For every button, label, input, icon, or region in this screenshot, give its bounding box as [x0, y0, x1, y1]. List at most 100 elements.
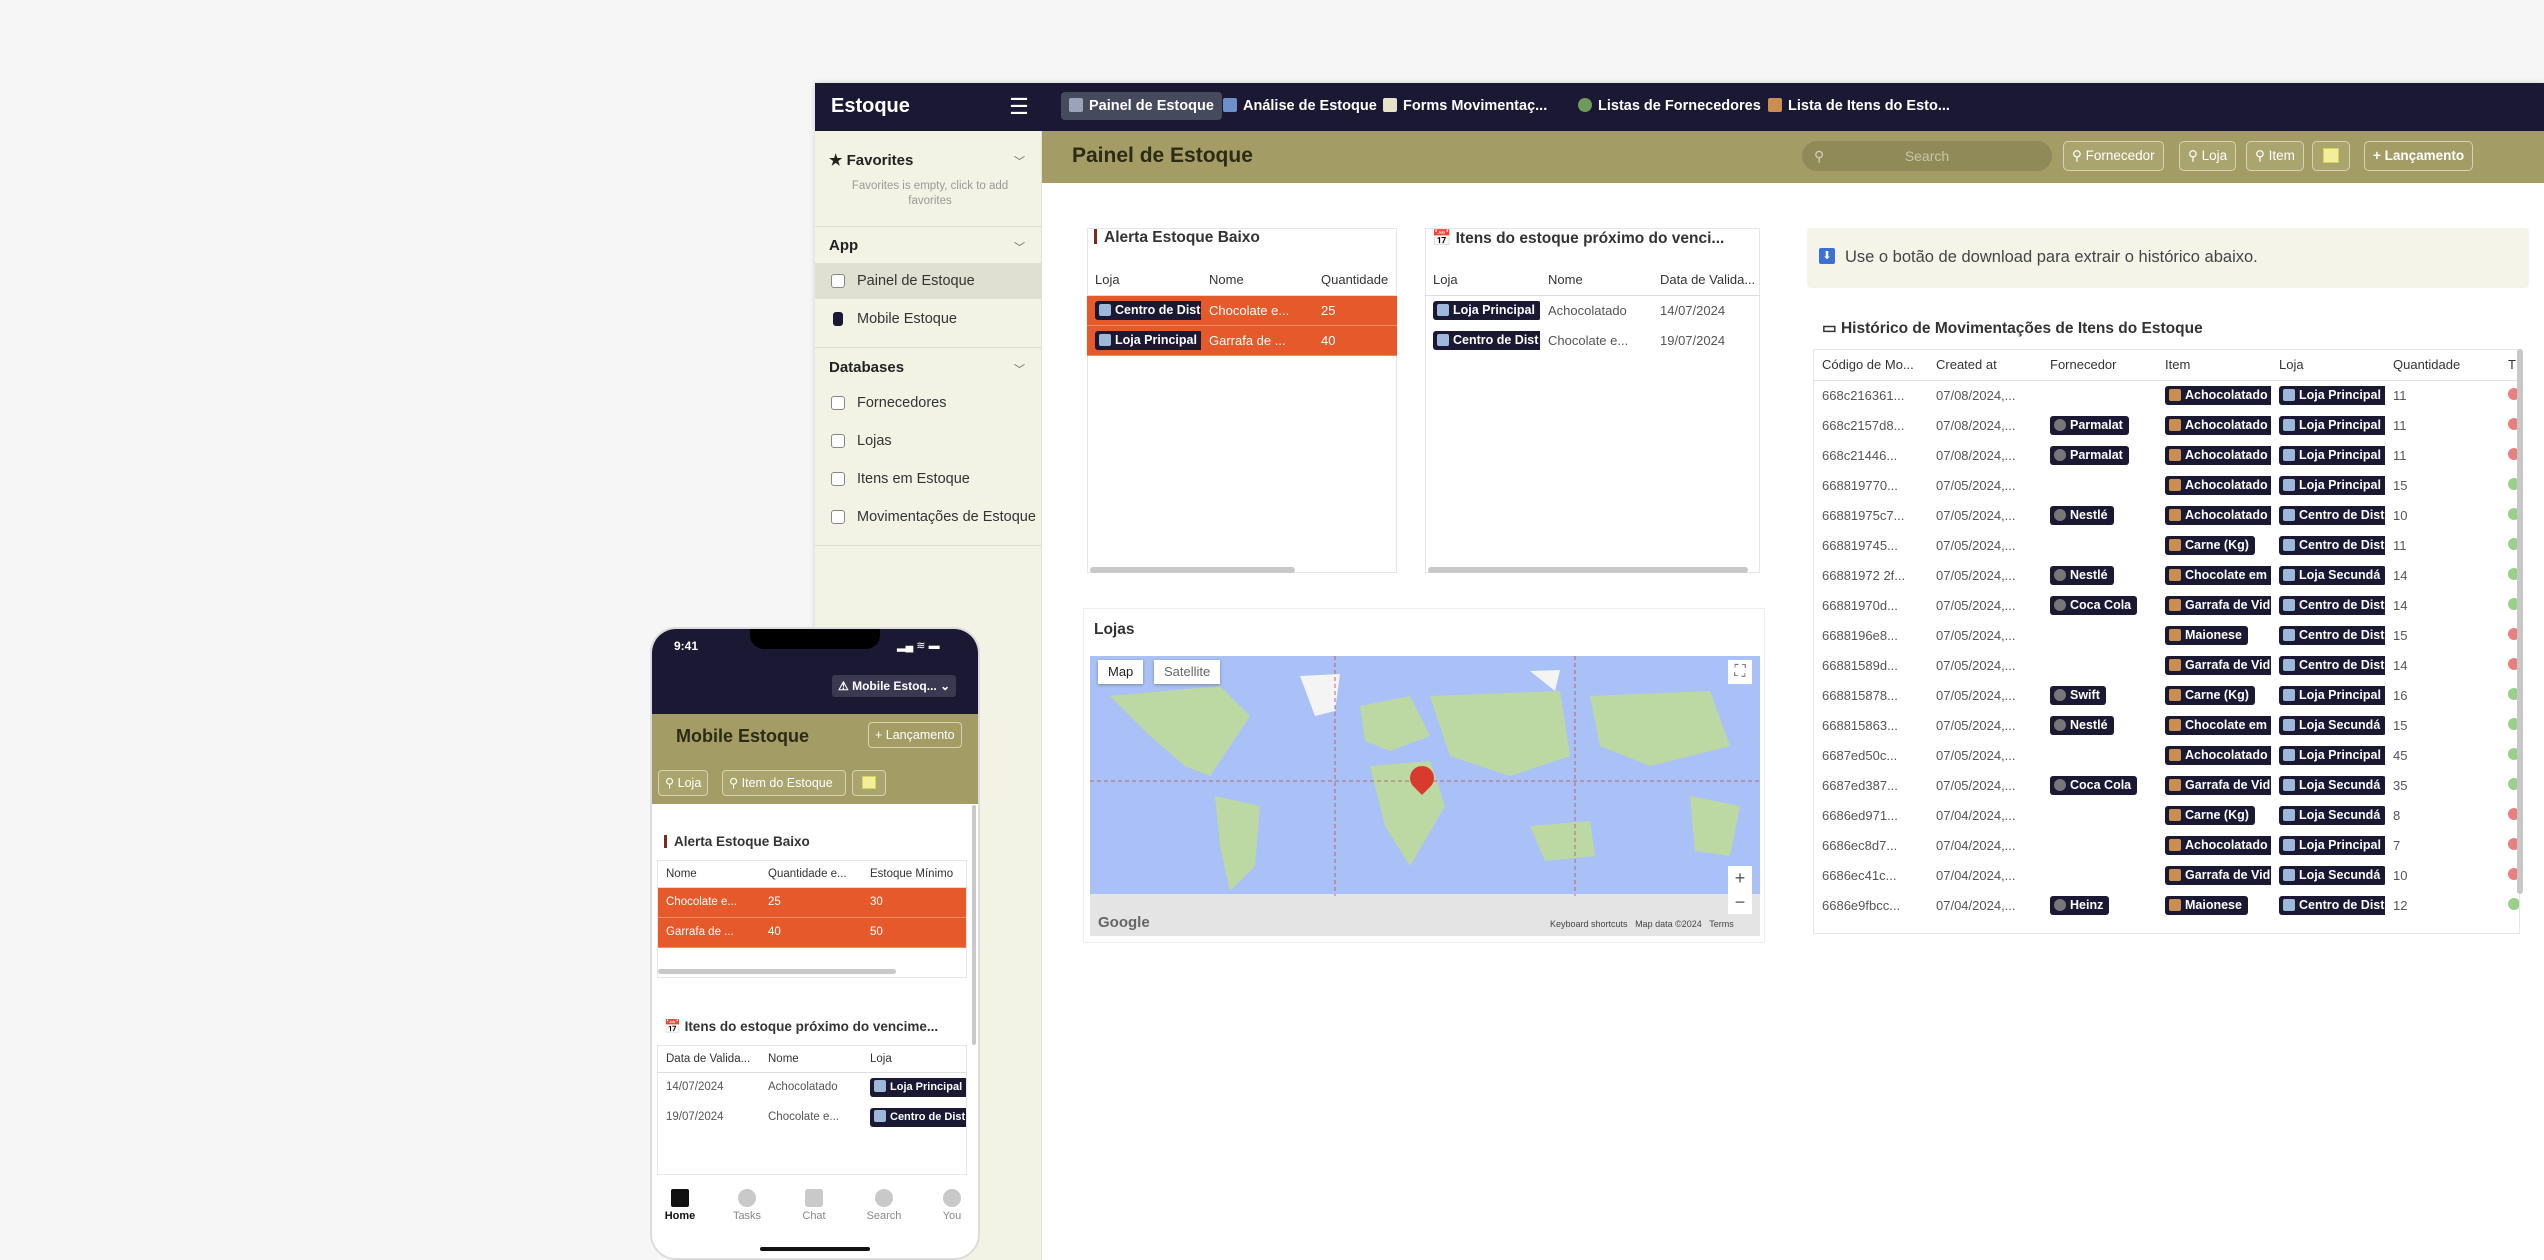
column-header[interactable]: Quantidade e...	[760, 861, 862, 888]
item-filter-button[interactable]: ⚲ Item	[2246, 141, 2304, 171]
phone-low-stock-title: Alerta Estoque Baixo	[664, 834, 810, 849]
table-icon	[831, 472, 845, 486]
nav-search[interactable]: Search	[859, 1189, 909, 1222]
table-row[interactable]: 668819745... 07/05/2024,... Carne (Kg) Cent…	[1814, 530, 2519, 560]
tab-painel-de-estoque[interactable]: Painel de Estoque	[1061, 92, 1222, 120]
chevron-down-icon[interactable]: ﹀	[1014, 153, 1025, 169]
column-header[interactable]: Data de Valida...	[1652, 265, 1760, 296]
column-header[interactable]: Loja	[862, 1046, 966, 1073]
supplier-tag: Heinz	[2050, 895, 2110, 915]
column-header[interactable]: Created at	[1928, 350, 2042, 381]
favorites-empty-text[interactable]: Favorites is empty, click to add favorit…	[835, 179, 1025, 209]
phone-date-filter[interactable]	[852, 770, 886, 796]
nav-you[interactable]: You	[927, 1189, 977, 1222]
favorites-section[interactable]: ★ Favorites	[829, 151, 913, 169]
table-row[interactable]: 668c216361... 07/08/2024,... Achocolatado L…	[1814, 380, 2519, 410]
search-input[interactable]: ⚲ Search	[1802, 141, 2052, 171]
column-header[interactable]: Nome	[1201, 265, 1313, 296]
table-row[interactable]: 6687ed50c... 07/05/2024,... Achocolatado Lo…	[1814, 740, 2519, 770]
vertical-scrollbar[interactable]	[972, 805, 976, 1045]
nav-home[interactable]: Home	[655, 1189, 705, 1222]
phone-loja-filter[interactable]: ⚲ Loja	[658, 770, 709, 796]
item-tag: Carne (Kg)	[2165, 805, 2255, 825]
table-row[interactable]: 668819770... 07/05/2024,... Achocolatado Lo…	[1814, 470, 2519, 500]
horizontal-scrollbar[interactable]	[1428, 567, 1748, 573]
column-header[interactable]: Item	[2157, 350, 2271, 381]
column-header[interactable]: Estoque Mínimo	[862, 861, 966, 888]
satellite-tab[interactable]: Satellite	[1154, 660, 1221, 684]
table-row[interactable]: 668c21446... 07/08/2024,... Parmalat Achoco…	[1814, 440, 2519, 470]
world-map	[1090, 656, 1760, 936]
table-row[interactable]: 66881975c7... 07/05/2024,... Nestlé Achocol…	[1814, 500, 2519, 530]
table-row[interactable]: Loja Principal Achocolatado 14/07/2024	[1425, 295, 1760, 325]
fullscreen-icon[interactable]: ⛶	[1728, 660, 1752, 684]
databases-section[interactable]: Databases	[829, 359, 904, 376]
app-switcher[interactable]: ⚠ Mobile Estoq... ⌄	[832, 675, 957, 697]
table-row[interactable]: 6686ed971... 07/04/2024,... Carne (Kg) Loja…	[1814, 800, 2519, 830]
table-row[interactable]: 66881589d... 07/05/2024,... Garrafa de Vid…	[1814, 650, 2519, 680]
table-row[interactable]: 668815878... 07/05/2024,... Swift Carne (Kg…	[1814, 680, 2519, 710]
table-row[interactable]: 14/07/2024 Achocolatado Loja Principal	[658, 1072, 966, 1102]
app-section[interactable]: App	[829, 237, 858, 254]
table-row[interactable]: Garrafa de ... 40 50	[658, 917, 966, 948]
store-tag: Loja Principal	[2279, 745, 2385, 765]
sidebar-item-movimentacoes[interactable]: Movimentações de Estoque	[815, 499, 1042, 535]
table-row[interactable]: 66881972 2f... 07/05/2024,... Nestlé Chocol…	[1814, 560, 2519, 590]
table-row[interactable]: 6686e9fbcc... 07/04/2024,... Heinz Maionese…	[1814, 890, 2519, 920]
table-row[interactable]: 668815863... 07/05/2024,... Nestlé Chocolat…	[1814, 710, 2519, 740]
map[interactable]: Map Satellite ⛶ + − Google Keyboard short…	[1090, 656, 1760, 936]
column-header[interactable]: Nome	[760, 1046, 862, 1073]
map-tab[interactable]: Map	[1098, 660, 1144, 684]
chevron-down-icon[interactable]: ﹀	[1014, 239, 1025, 255]
table-row[interactable]: 668c2157d8... 07/08/2024,... Parmalat Achoc…	[1814, 410, 2519, 440]
table-row[interactable]: Chocolate e... 25 30	[658, 887, 966, 918]
horizontal-scrollbar[interactable]	[658, 969, 896, 974]
column-header[interactable]: Loja	[1087, 265, 1201, 296]
table-row[interactable]: 66881970d... 07/05/2024,... Coca Cola Garra…	[1814, 590, 2519, 620]
column-header[interactable]: Nome	[1540, 265, 1652, 296]
table-row[interactable]: 6688196e8... 07/05/2024,... Maionese Centro…	[1814, 620, 2519, 650]
table-row[interactable]: Centro de Dist Chocolate e... 25	[1087, 295, 1397, 326]
sidebar-item-itens-em-estoque[interactable]: Itens em Estoque	[815, 461, 1042, 497]
table-row[interactable]: 19/07/2024 Chocolate e... Centro de Dist	[658, 1102, 966, 1132]
phone-item-filter[interactable]: ⚲ Item do Estoque	[722, 770, 846, 796]
store-tag: Centro de Dist	[1433, 330, 1540, 350]
sidebar-item-mobile-estoque[interactable]: Mobile Estoque	[815, 301, 1042, 337]
tab-forms-movimentacao[interactable]: Forms Movimentaç...	[1375, 92, 1555, 120]
tab-listas-de-fornecedores[interactable]: Listas de Fornecedores	[1570, 92, 1769, 120]
horizontal-scrollbar[interactable]	[1090, 567, 1295, 573]
box-icon	[2169, 418, 2181, 431]
tab-analise-de-estoque[interactable]: Análise de Estoque	[1215, 92, 1385, 120]
column-header[interactable]: Quantidade	[1313, 265, 1397, 296]
table-row[interactable]: 6686ec8d7... 07/04/2024,... Achocolatado Lo…	[1814, 830, 2519, 860]
column-header[interactable]: Loja	[1425, 265, 1540, 296]
phone-expiring-table: Data de Valida... Nome Loja 14/07/2024 Acho…	[658, 1046, 966, 1132]
chevron-down-icon[interactable]: ﹀	[1014, 361, 1025, 377]
zoom-controls[interactable]: + −	[1728, 866, 1752, 914]
column-header[interactable]: Fornecedor	[2042, 350, 2157, 381]
column-header[interactable]: Código de Mo...	[1814, 350, 1928, 381]
nav-chat[interactable]: Chat	[789, 1189, 839, 1222]
fornecedor-filter-button[interactable]: ⚲ Fornecedor	[2063, 141, 2164, 171]
table-row[interactable]: 6686ec41c... 07/04/2024,... Garrafa de Vid…	[1814, 860, 2519, 890]
sidebar-item-lojas[interactable]: Lojas	[815, 423, 1042, 459]
tab-lista-de-itens[interactable]: Lista de Itens do Esto...	[1760, 92, 1958, 120]
column-header[interactable]: Loja	[2271, 350, 2385, 381]
column-header[interactable]: Nome	[658, 861, 760, 888]
lancamento-button[interactable]: + Lançamento	[2364, 141, 2474, 171]
sidebar-item-painel-de-estoque[interactable]: Painel de Estoque	[815, 263, 1042, 299]
column-header[interactable]: Data de Valida...	[658, 1046, 760, 1073]
item-tag: Achocolatado	[2165, 505, 2271, 525]
phone-lancamento-button[interactable]: + Lançamento	[868, 722, 962, 748]
table-row[interactable]: Centro de Dist Chocolate e... 19/07/2024	[1425, 325, 1760, 355]
column-header[interactable]: Quantidade	[2385, 350, 2500, 381]
date-filter-button[interactable]	[2312, 141, 2350, 171]
table-row[interactable]: 6687ed387... 07/05/2024,... Coca Cola Garra…	[1814, 770, 2519, 800]
sidebar-item-fornecedores[interactable]: Fornecedores	[815, 385, 1042, 421]
vertical-scrollbar[interactable]	[2517, 349, 2523, 894]
table-row[interactable]: Loja Principal Garrafa de ... 40	[1087, 325, 1397, 356]
nav-tasks[interactable]: Tasks	[722, 1189, 772, 1222]
loja-filter-button[interactable]: ⚲ Loja	[2179, 141, 2237, 171]
store-tag: Loja Secundá	[2279, 865, 2385, 885]
hamburger-icon[interactable]: ☰	[1007, 95, 1031, 119]
